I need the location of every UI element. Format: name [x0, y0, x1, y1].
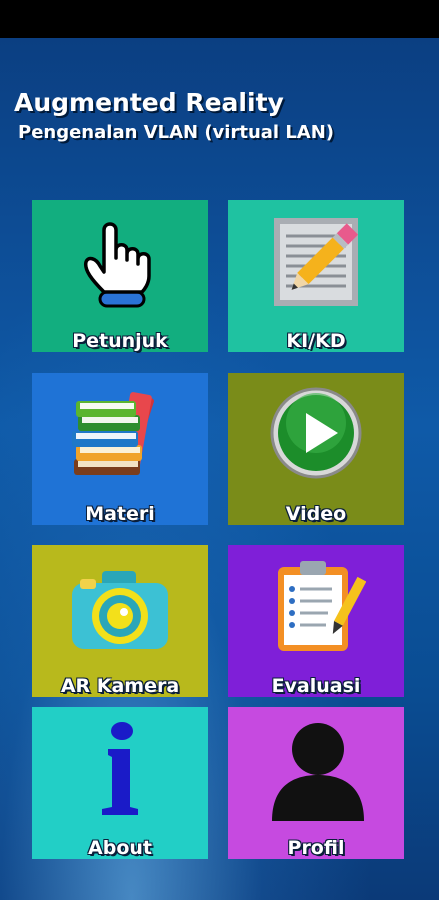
- tile-label: Petunjuk: [72, 330, 168, 352]
- tile-label: AR Kamera: [60, 675, 180, 697]
- menu-tile-ar-kamera[interactable]: AR Kamera: [32, 545, 208, 697]
- tile-label: About: [88, 837, 152, 859]
- person-icon: [228, 713, 404, 825]
- tile-label: Video: [285, 503, 347, 525]
- menu-tile-kikd[interactable]: KI/KD: [228, 200, 404, 352]
- menu-tile-petunjuk[interactable]: Petunjuk: [32, 200, 208, 352]
- menu-tile-evaluasi[interactable]: Evaluasi: [228, 545, 404, 697]
- camera-icon: [32, 551, 208, 663]
- menu-tile-materi[interactable]: Materi: [32, 373, 208, 525]
- play-icon: [228, 379, 404, 491]
- menu-tile-video[interactable]: Video: [228, 373, 404, 525]
- info-icon: [32, 713, 208, 825]
- menu-tile-profil[interactable]: Profil: [228, 707, 404, 859]
- tile-label: Materi: [85, 503, 155, 525]
- clipboard-icon: [228, 551, 404, 663]
- tile-label: KI/KD: [286, 330, 346, 352]
- tile-label: Profil: [287, 837, 345, 859]
- pencil-paper-icon: [228, 206, 404, 318]
- tile-label: Evaluasi: [271, 675, 361, 697]
- hand-pointer-icon: [32, 206, 208, 318]
- app-subtitle: Pengenalan VLAN (virtual LAN): [18, 122, 335, 143]
- status-bar: [0, 0, 439, 38]
- books-icon: [32, 379, 208, 491]
- app-title: Augmented Reality: [14, 88, 284, 117]
- menu-tile-about[interactable]: About: [32, 707, 208, 859]
